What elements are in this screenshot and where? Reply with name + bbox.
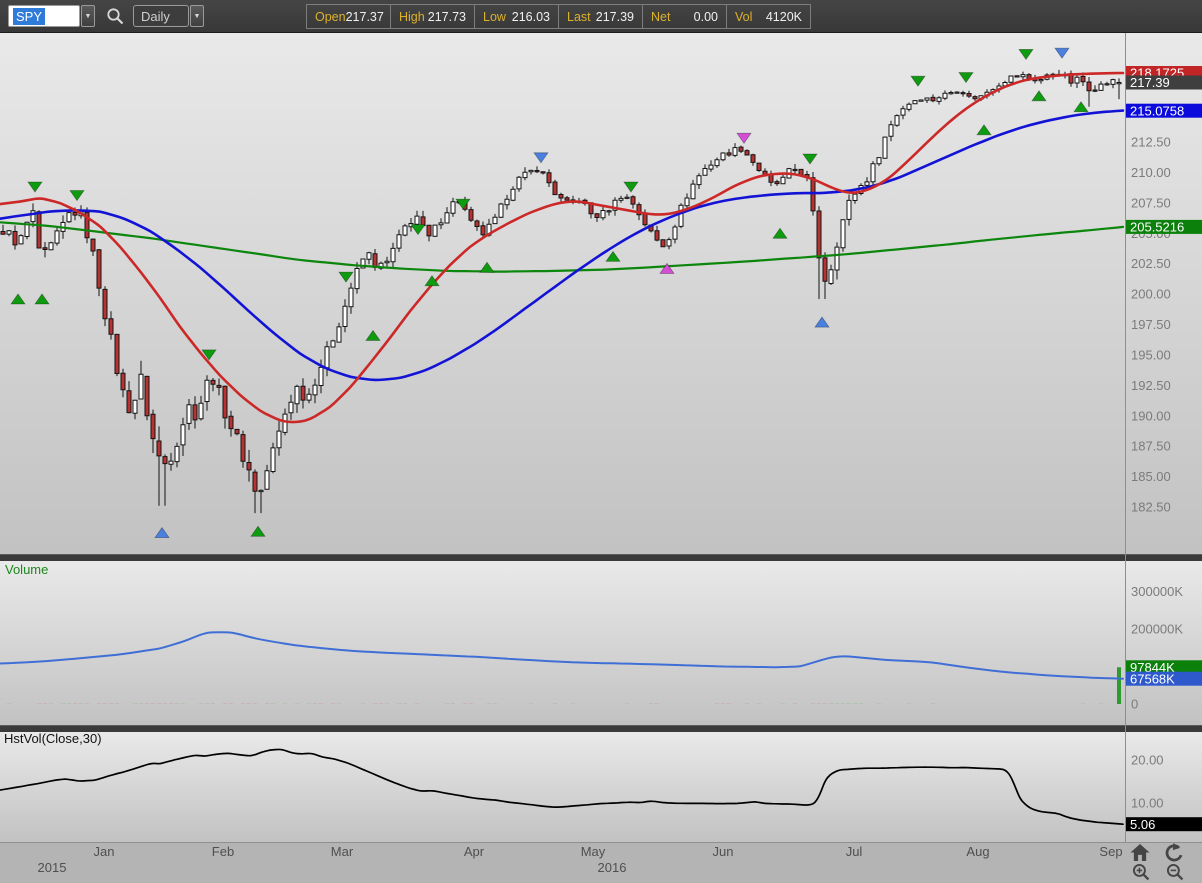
svg-text:0: 0 xyxy=(1131,697,1138,712)
svg-text:300000K: 300000K xyxy=(1131,584,1183,599)
month-label: May xyxy=(581,844,606,859)
svg-text:20.00: 20.00 xyxy=(1131,753,1164,768)
search-icon xyxy=(106,8,123,25)
period-text: Daily xyxy=(141,8,170,24)
quote-low-value: 216.03 xyxy=(511,9,550,24)
zoom-in-icon[interactable] xyxy=(1132,863,1150,881)
period-select[interactable]: Daily xyxy=(133,5,189,27)
quote-open-value: 217.37 xyxy=(345,9,384,24)
chart-nav-toolbar xyxy=(1128,841,1194,881)
svg-text:197.50: 197.50 xyxy=(1131,317,1171,332)
svg-text:205.5216: 205.5216 xyxy=(1130,220,1184,235)
svg-text:195.00: 195.00 xyxy=(1131,347,1171,362)
charting-app: SPY ▼ Daily ▼ Open 217.37 High 217.73 Lo… xyxy=(0,0,1202,883)
svg-text:212.50: 212.50 xyxy=(1131,135,1171,150)
month-label: Feb xyxy=(212,844,234,859)
svg-text:200.00: 200.00 xyxy=(1131,287,1171,302)
svg-text:207.50: 207.50 xyxy=(1131,195,1171,210)
undo-icon[interactable] xyxy=(1162,843,1184,862)
quote-high-value: 217.73 xyxy=(427,9,466,24)
svg-text:5.06: 5.06 xyxy=(1130,817,1155,832)
year-label: 2015 xyxy=(38,860,67,875)
toolbar: SPY ▼ Daily ▼ Open 217.37 High 217.73 Lo… xyxy=(0,0,1202,33)
quote-vol-value: 4120K xyxy=(765,9,802,24)
hstvol-panel-bg xyxy=(0,732,1202,842)
quote-net-label: Net xyxy=(651,9,671,24)
year-label: 2016 xyxy=(598,860,627,875)
month-label: Jun xyxy=(713,844,734,859)
quote-high: High 217.73 xyxy=(390,4,475,29)
svg-text:190.00: 190.00 xyxy=(1131,408,1171,423)
quote-last-value: 217.39 xyxy=(595,9,634,24)
quote-last-label: Last xyxy=(567,9,591,24)
svg-text:200000K: 200000K xyxy=(1131,622,1183,637)
quote-open-label: Open xyxy=(315,9,346,24)
svg-text:217.39: 217.39 xyxy=(1130,75,1170,90)
symbol-text: SPY xyxy=(13,7,46,25)
zoom-out-icon[interactable] xyxy=(1166,863,1184,881)
quote-strip: Open 217.37 High 217.73 Low 216.03 Last … xyxy=(306,4,811,29)
svg-text:192.50: 192.50 xyxy=(1131,378,1171,393)
symbol-input[interactable]: SPY xyxy=(8,5,80,27)
month-label: Jan xyxy=(94,844,115,859)
quote-vol: Vol 4120K xyxy=(726,4,811,29)
quote-low-label: Low xyxy=(483,9,506,24)
svg-text:182.50: 182.50 xyxy=(1131,500,1171,515)
month-label: Apr xyxy=(464,844,485,859)
quote-last: Last 217.39 xyxy=(558,4,643,29)
svg-text:210.00: 210.00 xyxy=(1131,165,1171,180)
month-label: Sep xyxy=(1099,844,1122,859)
chart-canvas[interactable]: 217.50215.00212.50210.00207.50205.00202.… xyxy=(0,33,1202,883)
svg-text:187.50: 187.50 xyxy=(1131,439,1171,454)
quote-vol-label: Vol xyxy=(735,9,753,24)
panel-splitter[interactable] xyxy=(0,554,1202,561)
volume-panel-label: Volume xyxy=(5,562,48,577)
svg-text:202.50: 202.50 xyxy=(1131,256,1171,271)
quote-high-label: High xyxy=(399,9,425,24)
svg-text:215.0758: 215.0758 xyxy=(1130,103,1184,118)
quote-net: Net 0.00 xyxy=(642,4,727,29)
panel-splitter[interactable] xyxy=(0,725,1202,732)
hstvol-panel-label: HstVol(Close,30) xyxy=(4,731,102,746)
month-label: Jul xyxy=(846,844,863,859)
month-label: Mar xyxy=(331,844,354,859)
quote-net-value: 0.00 xyxy=(693,9,718,24)
symbol-search-button[interactable] xyxy=(104,6,126,27)
svg-text:67568K: 67568K xyxy=(1130,671,1175,686)
svg-text:185.00: 185.00 xyxy=(1131,469,1171,484)
quote-open: Open 217.37 xyxy=(306,4,391,29)
svg-text:10.00: 10.00 xyxy=(1131,796,1164,811)
month-label: Aug xyxy=(966,844,989,859)
home-icon[interactable] xyxy=(1128,843,1152,862)
price-panel-bg xyxy=(0,33,1202,554)
quote-low: Low 216.03 xyxy=(474,4,559,29)
symbol-dropdown-arrow[interactable]: ▼ xyxy=(81,5,95,27)
period-dropdown-arrow[interactable]: ▼ xyxy=(190,5,204,27)
